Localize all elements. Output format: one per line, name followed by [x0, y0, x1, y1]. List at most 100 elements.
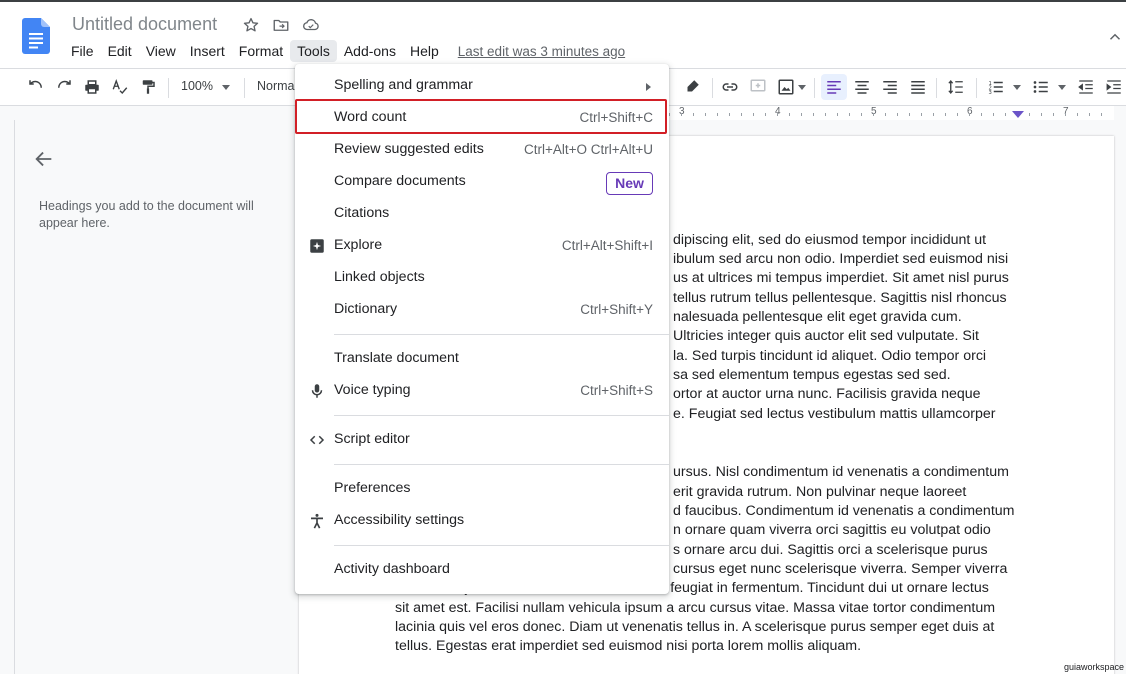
ruler-tick: [909, 113, 910, 116]
ruler-tick: [669, 113, 670, 116]
ruler-tick: [873, 113, 874, 116]
align-justify-icon[interactable]: [908, 77, 928, 97]
ruler-tick: [765, 113, 766, 116]
right-indent-marker[interactable]: [1012, 111, 1024, 118]
image-options-caret-icon[interactable]: [798, 85, 806, 90]
spellcheck-icon[interactable]: [110, 77, 130, 97]
menu-item-explore[interactable]: Explore Ctrl+Alt+Shift+I: [295, 230, 669, 262]
ruler-tick: [885, 113, 886, 116]
ruler-tick: [681, 113, 682, 116]
menu-item-label: Spelling and grammar: [334, 77, 473, 93]
ruler-tick: [861, 113, 862, 116]
app-header: Untitled document File Edit View Insert …: [0, 0, 1126, 68]
arrow-back-icon[interactable]: [33, 148, 55, 170]
insert-link-icon[interactable]: [720, 77, 740, 97]
menu-divider: [334, 415, 669, 416]
menu-item-dictionary[interactable]: Dictionary Ctrl+Shift+Y: [295, 294, 669, 326]
menu-item-compare-documents[interactable]: Compare documents New: [295, 166, 669, 198]
code-icon: [309, 435, 325, 445]
ruler-tick: [993, 113, 994, 116]
menu-item-word-count[interactable]: Word count Ctrl+Shift+C: [295, 102, 669, 134]
menu-item-spelling-grammar[interactable]: Spelling and grammar: [295, 70, 669, 102]
ruler-tick: [741, 113, 742, 116]
text-line: s ornare arcu dui. Sagittis orci a scele…: [673, 542, 988, 558]
menu-item-script-editor[interactable]: Script editor: [295, 424, 669, 456]
menu-file[interactable]: File: [64, 40, 101, 62]
toolbar-divider: [814, 78, 815, 98]
accessibility-icon: [311, 513, 323, 529]
highlight-pen-icon[interactable]: [682, 77, 702, 97]
move-folder-icon[interactable]: [272, 16, 290, 34]
align-right-icon[interactable]: [880, 77, 900, 97]
ruler-tick: [1029, 113, 1030, 116]
menu-insert[interactable]: Insert: [183, 40, 232, 62]
line-spacing-icon[interactable]: [946, 77, 966, 97]
menu-item-label: Compare documents: [334, 173, 466, 189]
menu-item-linked-objects[interactable]: Linked objects: [295, 262, 669, 294]
print-icon[interactable]: [82, 77, 102, 97]
text-line: tellus. Egestas erat imperdiet sed euism…: [395, 638, 862, 654]
text-line: ibulum sed arcu non odio. Imperdiet sed …: [673, 251, 1008, 267]
bulleted-list-caret-icon[interactable]: [1058, 85, 1066, 90]
bulleted-list-icon[interactable]: [1031, 77, 1051, 97]
cloud-status-icon[interactable]: [302, 16, 320, 34]
ruler-tick: [753, 113, 754, 116]
insert-image-icon[interactable]: [776, 77, 796, 97]
last-edit-link[interactable]: Last edit was 3 minutes ago: [458, 44, 625, 59]
menu-item-citations[interactable]: Citations: [295, 198, 669, 230]
menu-item-review-suggested-edits[interactable]: Review suggested edits Ctrl+Alt+O Ctrl+A…: [295, 134, 669, 166]
chevron-up-icon[interactable]: [1106, 28, 1124, 46]
menu-item-accessibility-settings[interactable]: Accessibility settings: [295, 505, 669, 537]
menu-item-preferences[interactable]: Preferences: [295, 473, 669, 505]
ruler-tick: [1089, 113, 1090, 116]
text-line: us at ultrices mi tempus imperdiet. Sit …: [673, 270, 1009, 286]
increase-indent-icon[interactable]: [1104, 77, 1124, 97]
toolbar-divider: [244, 78, 245, 98]
menu-item-voice-typing[interactable]: Voice typing Ctrl+Shift+S: [295, 375, 669, 407]
explore-icon: [310, 239, 324, 253]
toolbar-divider: [712, 78, 713, 98]
text-line: d faucibus. Condimentum id venenatis a c…: [673, 503, 1015, 519]
menu-item-activity-dashboard[interactable]: Activity dashboard: [295, 554, 669, 586]
menu-item-label: Script editor: [334, 431, 410, 447]
redo-icon[interactable]: [54, 77, 74, 97]
paragraph-style-select[interactable]: Normal: [257, 79, 297, 93]
ruler-tick: [693, 113, 694, 116]
menu-view[interactable]: View: [139, 40, 183, 62]
paint-format-icon[interactable]: [138, 77, 158, 97]
ruler-tick: [1065, 113, 1066, 116]
menu-item-shortcut: Ctrl+Shift+Y: [580, 302, 653, 317]
menu-edit[interactable]: Edit: [101, 40, 139, 62]
ruler-tick: [1101, 113, 1102, 116]
numbered-list-icon[interactable]: 123: [986, 77, 1006, 97]
decrease-indent-icon[interactable]: [1076, 77, 1096, 97]
text-line: cursus eget nunc scelerisque viverra. Se…: [673, 561, 1008, 577]
menu-item-label: Citations: [334, 205, 390, 221]
ruler-tick: [825, 113, 826, 116]
menu-item-translate-document[interactable]: Translate document: [295, 343, 669, 375]
ruler-tick: [777, 113, 778, 116]
menu-bar: File Edit View Insert Format Tools Add-o…: [64, 40, 625, 62]
docs-logo-icon[interactable]: [22, 18, 50, 54]
text-line: n ornare quam viverra orci sagittis eu v…: [673, 522, 991, 538]
document-title[interactable]: Untitled document: [72, 14, 217, 35]
align-left-icon[interactable]: [821, 74, 847, 100]
menu-format[interactable]: Format: [232, 40, 290, 62]
undo-icon[interactable]: [26, 77, 46, 97]
menu-item-label: Activity dashboard: [334, 561, 450, 577]
ruler-tick: [729, 113, 730, 116]
zoom-select[interactable]: 100%: [181, 79, 213, 93]
menu-tools[interactable]: Tools: [290, 40, 337, 62]
menu-item-label: Dictionary: [334, 301, 398, 317]
align-center-icon[interactable]: [852, 77, 872, 97]
numbered-list-caret-icon[interactable]: [1013, 85, 1021, 90]
menu-item-label: Accessibility settings: [334, 512, 465, 528]
ruler-tick: [717, 113, 718, 116]
ruler-tick: [921, 113, 922, 116]
add-comment-icon[interactable]: [748, 77, 768, 97]
menu-help[interactable]: Help: [403, 40, 446, 62]
menu-addons[interactable]: Add-ons: [337, 40, 403, 62]
ruler-tick: [969, 113, 970, 116]
star-icon[interactable]: [242, 16, 260, 34]
zoom-caret-icon[interactable]: [222, 85, 230, 90]
